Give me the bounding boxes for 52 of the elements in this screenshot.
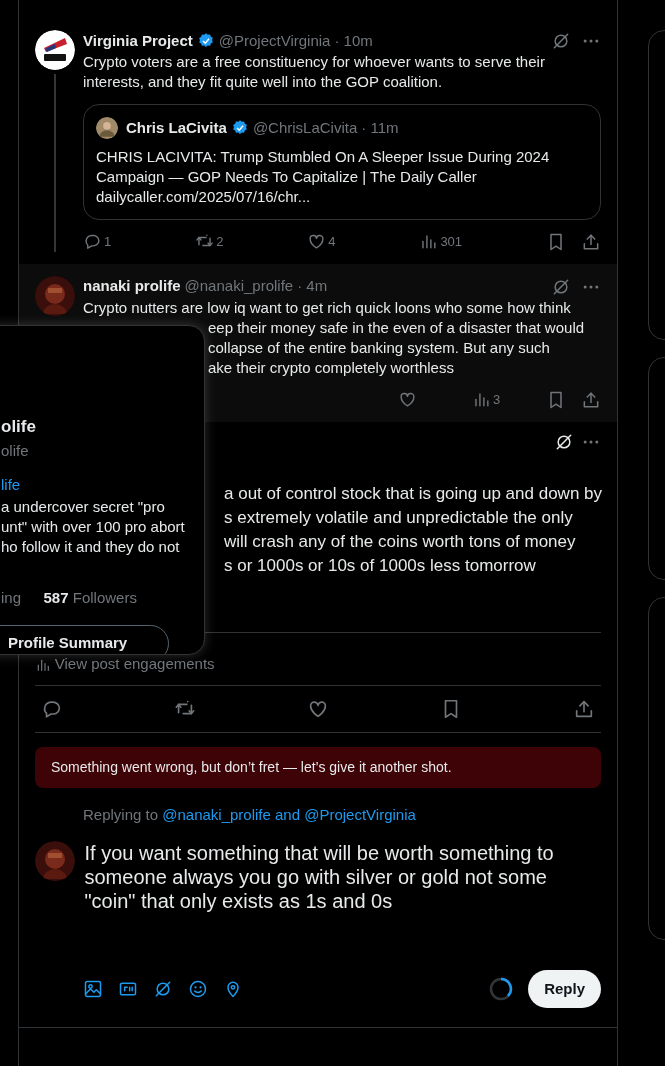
followers-label[interactable]: Followers [72,588,137,606]
gif-icon[interactable] [118,979,138,999]
reply-icon [83,232,102,251]
author-handle[interactable]: @ProjectVirginia [218,29,331,53]
profile-handle: olife [1,440,30,461]
reply-button[interactable]: Reply [528,969,601,1009]
post-text: s extremely volatile and unpredictable the only [224,506,573,529]
avatar[interactable] [35,30,75,70]
author-handle[interactable]: @nanaki_prolife [184,275,294,298]
post-text: a out of control stock that is going up and down by [224,482,603,505]
reply-button[interactable]: 1 [83,231,112,252]
image-icon[interactable] [83,979,103,999]
quoted-post-card[interactable]: Chris LaCivita @ChrisLaCivita · 11m CHRIS LACIVITA: Trump Stumbled On A Sleeper Issue During 2024 Campaign — GOP Needs To Capitalize | The Daily Caller dailycaller.com/2025/07/16/chr... [83,104,601,220]
replying-to-link[interactable]: @nanaki_prolife and @ProjectVirginia [162,805,416,823]
author-name[interactable]: Virginia Project [83,29,193,53]
author-name[interactable]: Chris LaCivita [126,116,227,140]
profile-name[interactable]: olife [1,414,192,440]
followers-count[interactable]: 587 [43,588,69,606]
profile-bio: ho follow it and they do not [1,536,181,557]
link-preview[interactable]: dailycaller.com/2025/07/16/chr... [96,186,588,207]
post-text: s or 1000s or 10s of 1000s less tomorrow [224,554,536,577]
author-name[interactable]: nanaki prolife [83,275,181,298]
views-icon [472,390,491,409]
views-icon [419,232,439,251]
replying-label: Replying to [83,805,159,823]
post-text: collapse of the entire banking system. But any such [208,337,550,358]
heart-icon [398,390,417,409]
error-banner: Something went wrong, but don’t fret — let’s give it another shot. [35,746,601,788]
reply-text-field[interactable]: If you want something that will be worth something to someone always you go with silver or gold not some "coin" that only exists as 1s and 0s [82,841,595,913]
post-time[interactable]: · 4m [297,275,328,298]
views-button[interactable]: 3 [472,389,546,410]
post-text: ake their crypto completely worthless [208,357,454,378]
post-time[interactable]: · 10m [334,29,373,53]
post-text: Crypto nutters are low iq want to get rich quick loons who some how think [83,297,572,318]
like-button[interactable]: 4 [307,231,336,252]
emoji-icon[interactable] [188,979,208,999]
author-handle[interactable]: @ChrisLaCivita [252,116,358,140]
repost-button[interactable]: 2 [195,231,224,252]
post-time[interactable]: · 11m [361,116,399,140]
post-text: eep their money safe in the even of a disaster that would [208,317,585,338]
avatar[interactable] [96,117,118,139]
post-text: will crash any of the coins worth tons of money [224,530,576,553]
profile-bio: unt" with over 100 pro abort [1,516,186,537]
profile-summary-button[interactable]: Profile Summary [0,625,169,654]
profile-link[interactable]: life [1,474,192,497]
view-engagements-link[interactable]: View post engagements [35,653,215,676]
profile-bio: a undercover secret "pro [1,496,166,517]
character-count-ring [489,977,514,1001]
grok-icon[interactable] [153,979,173,999]
post-text: Crypto voters are a free constituency for whoever wants to serve their interests, and they fit quite well into the GOP coalition. [83,52,546,92]
views-button[interactable]: 301 [419,231,463,252]
following-label[interactable]: ing [1,586,22,609]
